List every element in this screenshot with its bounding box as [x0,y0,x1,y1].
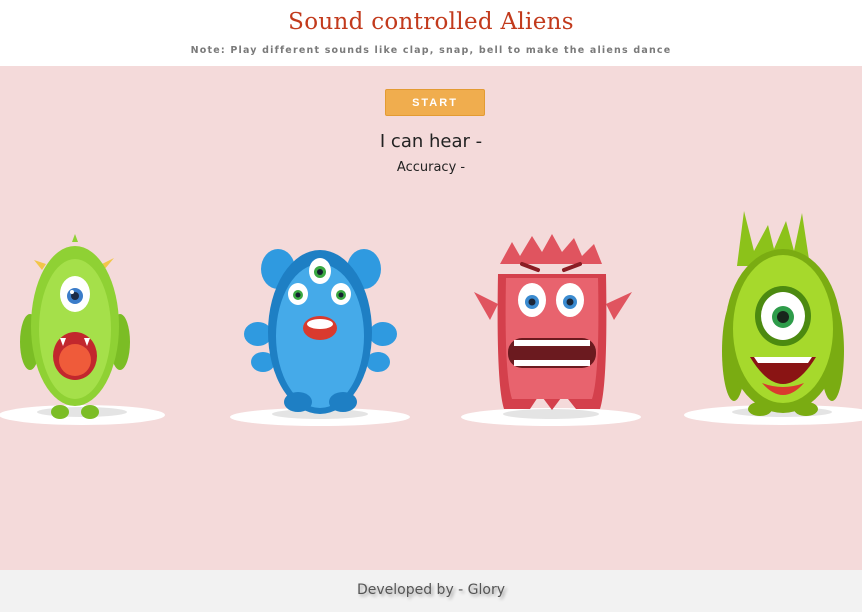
start-button[interactable]: START [385,89,485,116]
blue-alien-image [230,249,410,426]
developer-credit: Developed by - Glory [356,582,506,598]
alien-stage: START I can hear - Accuracy - [0,66,862,570]
instruction-note: Note: Play different sounds like clap, s… [190,45,672,56]
green-alien-image [0,234,165,425]
page-header: Sound controlled Aliens Note: Play diffe… [0,0,862,66]
lime-alien-image [684,211,862,425]
heard-sound-label: I can hear - [379,131,483,152]
page-title: Sound controlled Aliens [288,9,574,35]
accuracy-label: Accuracy - [396,160,466,175]
red-alien-image [461,234,641,426]
page-footer: Developed by - Glory [0,570,862,612]
